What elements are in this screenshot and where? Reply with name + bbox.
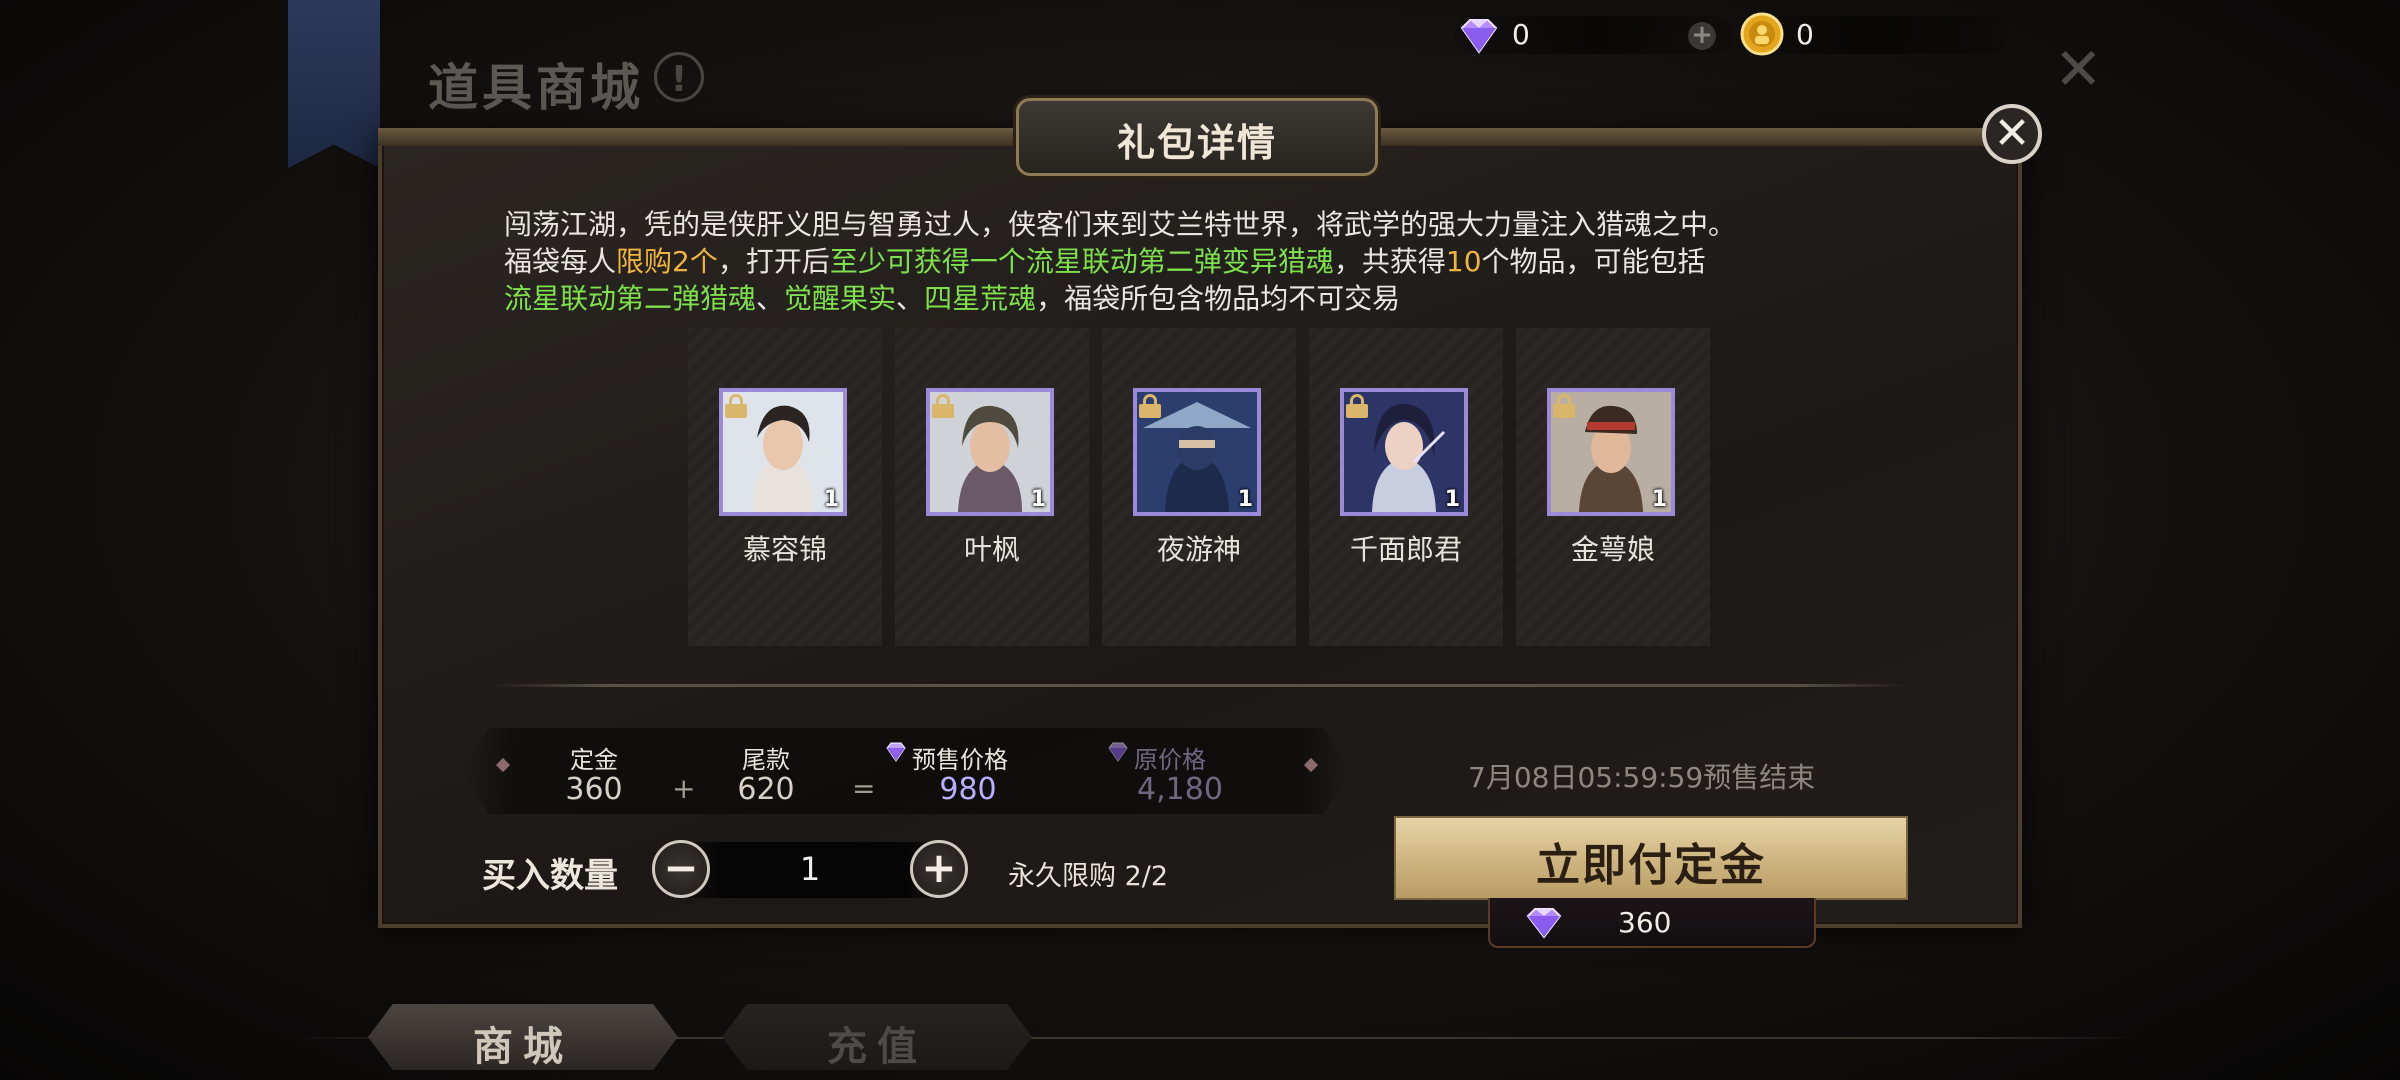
hero-portrait[interactable]: 1 [926, 388, 1054, 516]
shop-banner-flag [288, 0, 380, 168]
balance-label: 尾款 [742, 746, 790, 774]
description-line-3: 流星联动第二弹猎魂、觉醒果实、四星荒魂，福袋所包含物品均不可交易 [504, 280, 1924, 317]
possible-item-highlight: 四星荒魂 [924, 282, 1037, 315]
description-text: 个物品，可能包括 [1481, 245, 1706, 278]
presale-end-time: 7月08日05:59:59预售结束 [1468, 761, 1816, 794]
lock-icon [1346, 394, 1368, 418]
equals-sign: = [852, 772, 876, 805]
item-count-highlight: 10 [1445, 245, 1482, 278]
possible-item-highlight: 流星联动第二弹猎魂 [504, 282, 757, 315]
page-title: 道具商城 [428, 58, 644, 117]
add-diamond-button[interactable]: + [1688, 22, 1716, 50]
description-text: ，打开后 [717, 245, 830, 278]
item-name: 千面郎君 [1349, 533, 1462, 566]
presale-price-label: 预售价格 [912, 746, 1008, 774]
item-count: 1 [1030, 487, 1046, 512]
quantity-value[interactable]: 1 [760, 850, 860, 888]
item-count: 1 [1237, 487, 1253, 512]
item-count: 1 [1651, 487, 1667, 512]
coin-balance: 0 [1796, 18, 1814, 51]
description-text: 、 [756, 282, 785, 315]
section-divider [494, 684, 1906, 687]
balance-value: 620 [737, 772, 795, 807]
close-dialog-button[interactable]: ✕ [1982, 104, 2042, 164]
item-count: 1 [823, 487, 839, 512]
description-line-2: 福袋每人限购2个，打开后至少可获得一个流星联动第二弹变异猎魂，共获得10个物品，… [504, 243, 1924, 280]
lock-icon [725, 394, 747, 418]
info-icon[interactable]: ! [654, 52, 704, 102]
deposit-value: 360 [565, 772, 623, 807]
gold-coin-icon [1740, 12, 1784, 56]
hero-portrait[interactable]: 1 [1133, 388, 1261, 516]
purchase-limit-text: 永久限购 2/2 [1008, 861, 1169, 892]
item-count: 1 [1444, 487, 1460, 512]
gift-pack-description: 闯荡江湖，凭的是侠肝义胆与智勇过人，侠客们来到艾兰特世界，将武学的强大力量注入猎… [504, 206, 1924, 317]
dialog-title: 礼包详情 [1116, 120, 1277, 165]
original-price-label: 原价格 [1134, 746, 1206, 774]
lock-icon [1139, 394, 1161, 418]
item-name: 慕容锦 [742, 533, 827, 566]
description-text: 、 [896, 282, 925, 315]
lock-icon [1553, 394, 1575, 418]
description-text: ，福袋所包含物品均不可交易 [1036, 282, 1401, 315]
diamond-icon [886, 742, 906, 762]
purchase-limit-highlight: 限购2个 [616, 245, 718, 278]
presale-price-value: 980 [939, 772, 997, 807]
pay-cost-value: 360 [1618, 906, 1672, 939]
description-line-1: 闯荡江湖，凭的是侠肝义胆与智勇过人，侠客们来到艾兰特世界，将武学的强大力量注入猎… [504, 208, 1737, 241]
original-price-value: 4,180 [1137, 772, 1223, 807]
increase-quantity-button[interactable]: + [910, 840, 968, 898]
close-shop-icon[interactable]: ✕ [2054, 40, 2103, 98]
quantity-label: 买入数量 [482, 856, 618, 896]
diamond-icon [1526, 908, 1562, 939]
description-text: ，共获得 [1333, 245, 1446, 278]
lock-icon [932, 394, 954, 418]
item-name: 金萼娘 [1570, 533, 1655, 566]
tab-recharge-label[interactable]: 充值 [722, 1014, 1032, 1072]
plus-sign: + [672, 772, 696, 805]
item-name: 夜游神 [1156, 533, 1241, 566]
hero-portrait[interactable]: 1 [1547, 388, 1675, 516]
decrease-quantity-button[interactable]: − [652, 840, 710, 898]
diamond-balance: 0 [1512, 18, 1530, 51]
description-text: 福袋每人 [504, 245, 617, 278]
possible-item-highlight: 觉醒果实 [784, 282, 897, 315]
pay-deposit-label[interactable]: 立即付定金 [1394, 829, 1908, 893]
diamond-icon [1460, 19, 1498, 54]
item-name: 叶枫 [963, 533, 1020, 566]
deposit-label: 定金 [570, 746, 618, 774]
hero-portrait[interactable]: 1 [1340, 388, 1468, 516]
hero-portrait[interactable]: 1 [719, 388, 847, 516]
tab-shop-label[interactable]: 商城 [368, 1014, 678, 1072]
diamond-icon [1108, 742, 1128, 762]
guarantee-highlight: 至少可获得一个流星联动第二弹变异猎魂 [829, 245, 1334, 278]
